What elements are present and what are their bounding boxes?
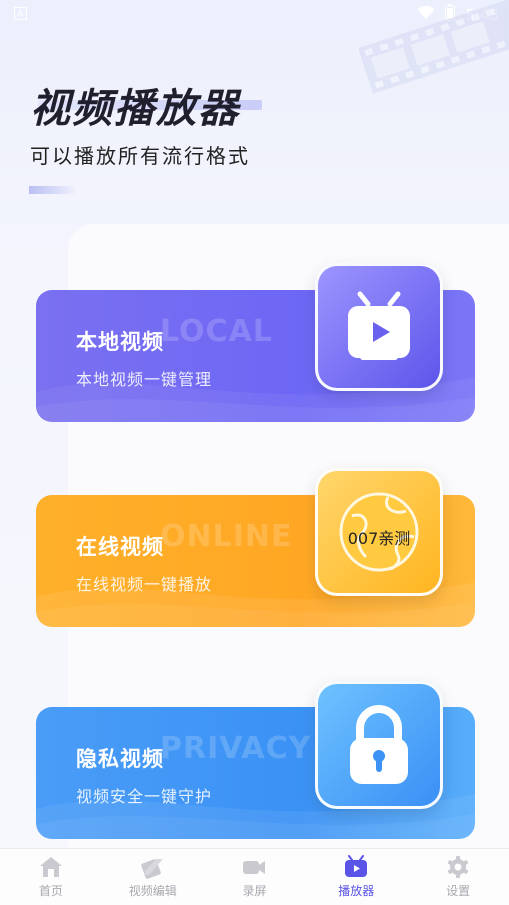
- bottom-tab-bar: 首页 视频编辑 录屏 播放器 设置: [0, 848, 509, 905]
- tv-icon: [345, 855, 368, 877]
- card-watermark: PRIVACY: [160, 731, 312, 766]
- tab-settings[interactable]: 设置: [407, 849, 509, 905]
- edit-icon: [140, 859, 163, 879]
- card-title: 在线视频: [76, 535, 164, 559]
- overlay-watermark-text: 007亲测: [347, 529, 411, 548]
- tab-screen-record[interactable]: 录屏: [204, 849, 306, 905]
- card-description: 在线视频一键播放: [76, 575, 213, 594]
- film-strip-decoration: [359, 0, 509, 94]
- card-description: 视频安全一键守护: [76, 787, 213, 806]
- card-watermark: LOCAL: [160, 314, 273, 349]
- accent-bar: [29, 186, 75, 194]
- tab-player[interactable]: 播放器: [305, 849, 407, 905]
- page-subtitle: 可以播放所有流行格式: [30, 144, 250, 168]
- tab-label: 录屏: [242, 884, 267, 898]
- camera-icon: [243, 861, 266, 874]
- tab-label: 播放器: [338, 884, 375, 898]
- notification-indicator: A: [14, 7, 27, 20]
- gear-icon: [447, 856, 469, 878]
- tab-label: 设置: [446, 884, 471, 898]
- page-title: 视频播放器: [30, 86, 240, 132]
- card-title: 隐私视频: [76, 747, 164, 771]
- tab-label: 首页: [38, 884, 63, 898]
- globe-icon[interactable]: 007亲测: [315, 468, 443, 596]
- home-icon: [39, 857, 62, 877]
- tv-play-icon[interactable]: [315, 263, 443, 391]
- lock-icon[interactable]: [315, 681, 443, 809]
- tab-label: 视频编辑: [128, 884, 177, 898]
- card-watermark: ONLINE: [160, 519, 293, 554]
- card-title: 本地视频: [76, 330, 164, 354]
- tab-home[interactable]: 首页: [0, 849, 102, 905]
- card-description: 本地视频一键管理: [76, 370, 213, 389]
- tab-video-edit[interactable]: 视频编辑: [102, 849, 204, 905]
